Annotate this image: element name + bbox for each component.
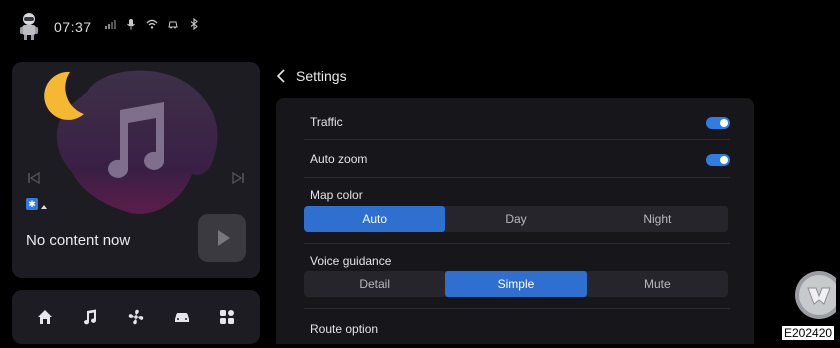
brand-logo-coin bbox=[795, 271, 836, 319]
assistant-avatar-icon[interactable] bbox=[18, 11, 40, 41]
music-icon[interactable] bbox=[81, 308, 99, 326]
source-dropdown-icon[interactable] bbox=[41, 205, 47, 209]
map-color-option-night[interactable]: Night bbox=[587, 206, 728, 232]
traffic-toggle[interactable] bbox=[706, 117, 730, 129]
fan-icon[interactable] bbox=[127, 308, 145, 326]
voice-guidance-option-mute[interactable]: Mute bbox=[587, 271, 728, 297]
signal-icon bbox=[105, 20, 116, 29]
traffic-row[interactable]: Traffic bbox=[310, 115, 730, 129]
map-color-label: Map color bbox=[310, 188, 363, 202]
microphone-icon bbox=[127, 19, 135, 30]
bluetooth-icon bbox=[190, 18, 198, 30]
status-bar: 07:37 bbox=[4, 4, 836, 46]
divider bbox=[304, 139, 730, 140]
bluetooth-source-icon: ✱ bbox=[26, 198, 38, 210]
traffic-label: Traffic bbox=[310, 115, 343, 129]
wifi-icon bbox=[146, 19, 158, 29]
clock: 07:37 bbox=[54, 19, 92, 35]
voice-guidance-option-simple[interactable]: Simple bbox=[445, 271, 587, 297]
apps-icon[interactable] bbox=[218, 308, 236, 326]
previous-track-icon[interactable] bbox=[26, 170, 42, 186]
map-color-option-day[interactable]: Day bbox=[445, 206, 586, 232]
play-button[interactable] bbox=[198, 214, 246, 262]
connected-car-icon bbox=[168, 21, 178, 29]
divider bbox=[304, 243, 730, 244]
divider bbox=[304, 308, 730, 309]
home-icon[interactable] bbox=[36, 308, 54, 326]
map-color-option-auto[interactable]: Auto bbox=[304, 206, 446, 232]
map-color-selector: Auto Day Night bbox=[304, 206, 728, 232]
auto-zoom-label: Auto zoom bbox=[310, 152, 368, 166]
night-mode-icon bbox=[44, 71, 84, 120]
settings-header: Settings bbox=[276, 68, 347, 84]
voice-guidance-option-detail[interactable]: Detail bbox=[304, 271, 445, 297]
back-icon[interactable] bbox=[276, 69, 286, 83]
next-track-icon[interactable] bbox=[230, 170, 246, 186]
bottom-dock bbox=[12, 290, 260, 344]
voice-guidance-label: Voice guidance bbox=[310, 254, 392, 268]
screen: 07:37 ✱ No content now Settings Traffic … bbox=[4, 4, 836, 344]
auto-zoom-toggle[interactable] bbox=[706, 154, 730, 166]
media-status-text: No content now bbox=[26, 232, 131, 249]
route-option-label: Route option bbox=[310, 322, 379, 336]
voice-guidance-selector: Detail Simple Mute bbox=[304, 271, 728, 297]
figure-code: E202420 bbox=[782, 326, 835, 340]
auto-zoom-row[interactable]: Auto zoom bbox=[310, 152, 730, 166]
car-icon[interactable] bbox=[173, 308, 191, 326]
settings-card: Traffic Auto zoom Map color Auto Day Nig… bbox=[276, 98, 754, 344]
page-title: Settings bbox=[296, 68, 347, 84]
divider bbox=[304, 177, 730, 178]
